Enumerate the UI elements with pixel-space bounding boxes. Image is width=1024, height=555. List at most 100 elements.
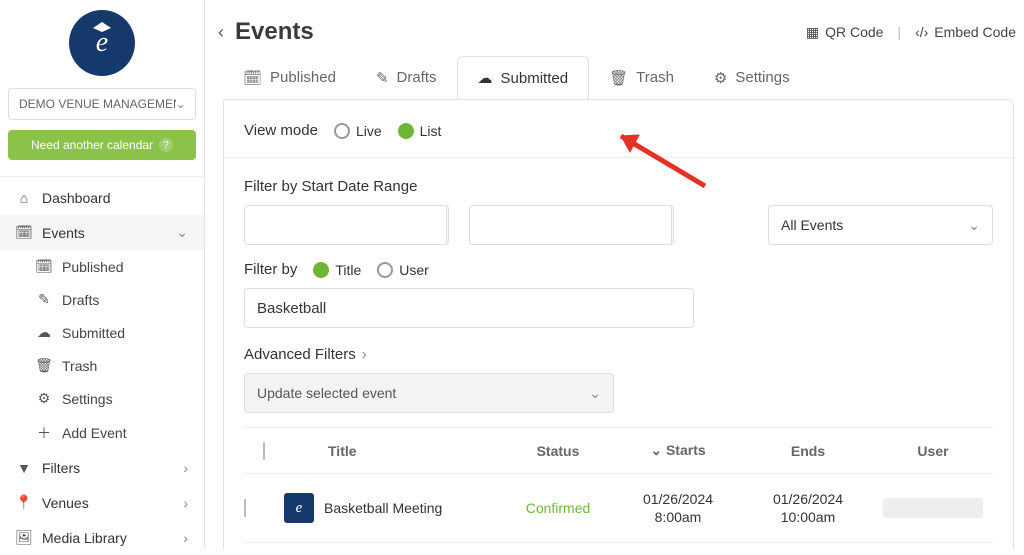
- sidebar-subitem-label: Settings: [62, 391, 113, 407]
- calendar-icon: 🗓: [243, 69, 262, 87]
- event-status: Confirmed: [503, 500, 613, 516]
- page-header: ‹ Events ▦ QR Code | ‹/› Embed Code: [205, 0, 1024, 56]
- main: ‹ Events ▦ QR Code | ‹/› Embed Code 🗓 Pu…: [205, 0, 1024, 550]
- filter-text-input[interactable]: [244, 288, 694, 328]
- th-user[interactable]: User: [873, 443, 993, 459]
- page-title: Events: [235, 18, 314, 46]
- pin-icon: 📍: [16, 494, 32, 511]
- chevron-down-icon: ⌄: [968, 217, 980, 234]
- radio-label: List: [420, 123, 442, 139]
- code-icon: ‹/›: [915, 24, 928, 40]
- sidebar-subitem-trash[interactable]: 🗑 Trash: [0, 349, 204, 382]
- qr-label: QR Code: [825, 24, 883, 40]
- embed-code-link[interactable]: ‹/› Embed Code: [915, 24, 1016, 40]
- sidebar-nav: ⌂ Dashboard 🗓 Events ⌄ 🗓 Published ✎ Dra…: [0, 181, 204, 555]
- end-date-input[interactable]: 🗓: [469, 205, 674, 245]
- bulk-action-select[interactable]: Update selected event ⌄: [244, 373, 614, 413]
- sidebar-subitem-label: Trash: [62, 358, 97, 374]
- radio-label: Title: [335, 262, 361, 278]
- event-starts: 01/26/2024 8:00am: [613, 490, 743, 526]
- date-range-row: 🗓 🗓 All Events ⌄: [244, 205, 993, 245]
- view-mode-row: View mode Live List: [244, 122, 993, 139]
- filter-by-user[interactable]: User: [377, 262, 429, 278]
- radio-selected-icon: [313, 262, 329, 278]
- filter-by-row: Filter by Title User: [244, 261, 993, 278]
- header-actions: ▦ QR Code | ‹/› Embed Code: [806, 24, 1018, 41]
- sidebar-item-label: Filters: [42, 460, 173, 476]
- event-type-select[interactable]: All Events ⌄: [768, 205, 993, 245]
- radio-icon: [377, 262, 393, 278]
- tab-label: Trash: [636, 69, 674, 86]
- back-button[interactable]: ‹: [211, 22, 231, 43]
- chevron-down-icon: ⌄: [176, 97, 185, 111]
- venue-select-text: DEMO VENUE MANAGEMENT: [19, 97, 176, 111]
- sidebar-item-venues[interactable]: 📍 Venues ›: [0, 485, 204, 520]
- sidebar-subitem-label: Add Event: [62, 425, 127, 441]
- sidebar-divider: [0, 176, 204, 177]
- sidebar-item-label: Dashboard: [42, 190, 188, 206]
- table-row: e Basketball Meeting Confirmed 01/26/202…: [244, 473, 993, 542]
- sidebar-item-events[interactable]: 🗓 Events ⌄: [0, 215, 204, 250]
- filter-icon: ▼: [16, 460, 32, 476]
- sidebar-subitem-label: Submitted: [62, 325, 125, 341]
- select-all-checkbox[interactable]: [263, 442, 265, 460]
- sidebar-item-dashboard[interactable]: ⌂ Dashboard: [0, 181, 204, 215]
- tab-drafts[interactable]: ✎ Drafts: [356, 56, 457, 99]
- chevron-right-icon: ›: [183, 495, 188, 511]
- table-row: e Basketball Tournament Confirmed 01/01/…: [244, 542, 993, 550]
- tab-trash[interactable]: 🗑 Trash: [589, 56, 694, 99]
- sort-down-icon: ⌄: [650, 442, 666, 458]
- sidebar: e DEMO VENUE MANAGEMENT ⌄ Need another c…: [0, 0, 205, 550]
- help-icon: ?: [159, 138, 173, 152]
- row-checkbox[interactable]: [244, 499, 246, 517]
- start-date-field[interactable]: [245, 206, 446, 244]
- tab-submitted[interactable]: ☁ Submitted: [457, 56, 590, 99]
- chevron-right-icon: ›: [183, 530, 188, 546]
- view-mode-live[interactable]: Live: [334, 123, 382, 139]
- sidebar-item-label: Events: [42, 225, 166, 241]
- trash-icon: 🗑: [609, 69, 628, 87]
- th-starts[interactable]: ⌄ Starts: [613, 442, 743, 459]
- sidebar-subitem-settings[interactable]: ⚙ Settings: [0, 382, 204, 415]
- radio-label: User: [399, 262, 429, 278]
- calendar-icon[interactable]: 🗓: [671, 206, 674, 244]
- advanced-filters-toggle[interactable]: Advanced Filters ›: [244, 346, 993, 363]
- pencil-icon: ✎: [376, 69, 389, 87]
- home-icon: ⌂: [16, 190, 32, 206]
- th-title[interactable]: Title: [324, 443, 503, 459]
- sidebar-item-label: Media Library: [42, 530, 173, 546]
- event-title[interactable]: Basketball Meeting: [324, 500, 442, 516]
- gear-icon: ⚙: [36, 390, 52, 407]
- radio-label: Live: [356, 123, 382, 139]
- date-range-label: Filter by Start Date Range: [244, 178, 993, 195]
- sidebar-item-label: Venues: [42, 495, 173, 511]
- events-table: Title Status ⌄ Starts Ends User e Basket…: [244, 427, 993, 550]
- calendar-icon: 🗓: [16, 224, 32, 241]
- sidebar-subitem-published[interactable]: 🗓 Published: [0, 250, 204, 283]
- branding: e: [0, 0, 204, 76]
- tab-published[interactable]: 🗓 Published: [223, 56, 356, 99]
- need-calendar-button[interactable]: Need another calendar ?: [8, 130, 196, 160]
- view-mode-list[interactable]: List: [398, 123, 442, 139]
- chevron-right-icon: ›: [183, 460, 188, 476]
- sidebar-subnav-events: 🗓 Published ✎ Drafts ☁ Submitted 🗑 Trash…: [0, 250, 204, 451]
- sidebar-item-filters[interactable]: ▼ Filters ›: [0, 451, 204, 485]
- start-date-input[interactable]: 🗓: [244, 205, 449, 245]
- sidebar-subitem-add-event[interactable]: ＋ Add Event: [0, 415, 204, 451]
- sidebar-subitem-drafts[interactable]: ✎ Drafts: [0, 283, 204, 316]
- image-icon: 🖼: [16, 529, 32, 546]
- tab-settings[interactable]: ⚙ Settings: [694, 56, 810, 99]
- calendar-icon[interactable]: 🗓: [446, 206, 449, 244]
- th-status[interactable]: Status: [503, 443, 613, 459]
- bulk-action-value: Update selected event: [257, 385, 396, 401]
- end-date-field[interactable]: [470, 206, 671, 244]
- panel-divider: [224, 157, 1013, 158]
- qr-code-link[interactable]: ▦ QR Code: [806, 24, 884, 41]
- filter-by-title[interactable]: Title: [313, 262, 361, 278]
- filter-by-label: Filter by: [244, 261, 297, 278]
- sidebar-subitem-submitted[interactable]: ☁ Submitted: [0, 316, 204, 349]
- sidebar-subitem-label: Drafts: [62, 292, 99, 308]
- gear-icon: ⚙: [714, 69, 727, 87]
- venue-select[interactable]: DEMO VENUE MANAGEMENT ⌄: [8, 88, 196, 120]
- th-ends[interactable]: Ends: [743, 443, 873, 459]
